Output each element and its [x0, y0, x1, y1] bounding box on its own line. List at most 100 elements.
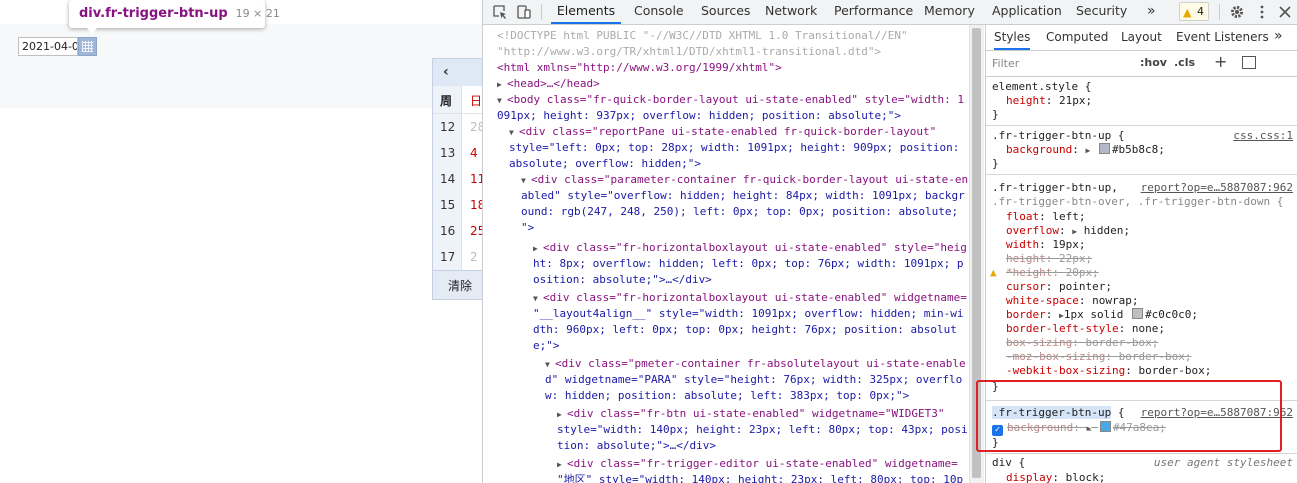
more-tabs-button[interactable]: » [1147, 0, 1156, 24]
style-property-overridden[interactable]: box-sizing: border-box; [1006, 336, 1158, 351]
inspect-element-icon[interactable] [492, 4, 508, 20]
date-input[interactable]: 2021-04-0 [18, 37, 78, 56]
subtab-event-listeners[interactable]: Event Listeners [1176, 30, 1269, 44]
calendar-row: 13 4 [433, 140, 482, 166]
calendar-day[interactable]: 25 [470, 224, 482, 238]
style-property-overridden[interactable]: height: 22px; [1006, 252, 1092, 267]
rule-selector: div { [992, 456, 1026, 469]
tab-application[interactable]: Application [992, 0, 1062, 24]
calendar-day[interactable]: 2 [470, 250, 478, 264]
annotation-highlight-box [976, 380, 1282, 452]
styles-subtabs: Styles Computed Layout Event Listeners » [986, 25, 1297, 51]
calendar-trigger-button[interactable] [78, 37, 97, 56]
dom-node-parameter-container: ound: rgb(247, 248, 250); left: 0px; top… [521, 205, 959, 218]
calendar-icon [82, 41, 93, 52]
tab-console[interactable]: Console [634, 0, 684, 24]
prev-month-button[interactable]: ‹ [443, 64, 449, 80]
style-property[interactable]: border-left-style: none; [1006, 322, 1165, 337]
subtab-styles[interactable]: Styles [994, 30, 1031, 50]
more-options-icon[interactable] [1254, 4, 1270, 20]
dom-node-reportpane[interactable]: ▼ <div class="reportPane ui-state-enabled… [509, 124, 936, 141]
inspect-tooltip: div.fr-trigger-btn-up 19 × 21 [69, 0, 280, 28]
style-property[interactable]: background: ▶ #b5b8c8; [1006, 143, 1165, 159]
add-rule-button[interactable]: + [1214, 52, 1227, 71]
calendar-day[interactable]: 28 [470, 120, 482, 134]
class-toggle[interactable]: .cls [1174, 56, 1195, 69]
week-number: 14 [440, 172, 456, 186]
rule-element-style: element.style { height: 21px; } [986, 77, 1297, 126]
tab-security[interactable]: Security [1076, 0, 1127, 24]
expand-arrow-icon[interactable]: ▶ [497, 77, 507, 93]
date-picker-popup: ‹ 周 日 1228 134 1411 1518 1625 172 清除 [432, 58, 482, 300]
styles-filter-input[interactable]: Filter [992, 57, 1019, 70]
dom-node-pmeter-container: w: hidden; position: absolute; left: 383… [545, 389, 910, 402]
dom-node-horizontalbox[interactable]: ▶ <div class="fr-horizontalboxlayout ui-s… [533, 240, 967, 257]
dom-node-html[interactable]: <html xmlns="http://www.w3.org/1999/xhtm… [497, 60, 782, 76]
collapse-arrow-icon[interactable]: ▼ [509, 125, 519, 141]
tab-performance[interactable]: Performance [834, 0, 913, 24]
device-toolbar-icon[interactable] [516, 4, 532, 20]
toolbar-divider [541, 4, 542, 20]
dom-node-body[interactable]: ▼ <body class="fr-quick-border-layout ui-… [497, 92, 964, 109]
tab-network[interactable]: Network [765, 0, 817, 24]
tab-sources[interactable]: Sources [701, 0, 750, 24]
rule-close-brace: } [992, 108, 999, 121]
dom-node-layout4align[interactable]: ▼ <div class="fr-horizontalboxlayout ui-s… [533, 290, 967, 307]
style-property: display: block; [1006, 471, 1106, 483]
rule-source-link[interactable]: css.css:1 [1233, 129, 1293, 144]
tooltip-selector: div.fr-trigger-btn-up [79, 6, 228, 21]
more-subtabs-button[interactable]: » [1274, 28, 1283, 44]
styles-filter-bar: Filter :hov .cls + [986, 51, 1297, 77]
expand-arrow-icon[interactable]: ▶ [557, 457, 567, 473]
report-page: 2021-04-0 div.fr-trigger-btn-up 19 × 21 ‹… [0, 0, 482, 483]
style-property[interactable]: width: 19px; [1006, 238, 1086, 253]
calendar-day[interactable]: 4 [470, 146, 478, 160]
dom-node-head[interactable]: ▶ <head>…</head> [497, 76, 600, 93]
dom-node-pmeter-container: d" widgetname="PARA" style="height: 76px… [545, 373, 963, 386]
dom-node-trigger-editor[interactable]: ▶ <div class="fr-trigger-editor ui-state-… [557, 456, 958, 473]
dom-node-body: 091px; height: 937px; overflow: hidden; … [497, 109, 901, 122]
collapse-arrow-icon[interactable]: ▼ [497, 93, 507, 109]
week-number: 16 [440, 224, 456, 238]
dom-node-pmeter-container[interactable]: ▼ <div class="pmeter-container fr-absolut… [545, 356, 966, 373]
style-property[interactable]: float: left; [1006, 210, 1086, 225]
style-property[interactable]: -webkit-box-sizing: border-box; [1006, 364, 1211, 379]
clear-button[interactable]: 清除 [448, 277, 472, 294]
close-icon[interactable] [1277, 4, 1293, 20]
expand-arrow-icon[interactable]: ▶ [533, 241, 543, 257]
tab-elements[interactable]: Elements [551, 0, 621, 24]
rule-trigger-btn-up: .fr-trigger-btn-up { css.css:1 backgroun… [986, 126, 1297, 175]
style-property-overridden[interactable]: -moz-box-sizing: border-box; [1006, 350, 1191, 365]
tab-memory[interactable]: Memory [924, 0, 975, 24]
hover-state-toggle[interactable]: :hov [1140, 56, 1167, 69]
style-property[interactable]: white-space: nowrap; [1006, 294, 1138, 309]
warnings-badge[interactable]: ▲ 4 [1179, 2, 1209, 21]
collapse-arrow-icon[interactable]: ▼ [521, 173, 531, 189]
rule-trigger-btn-group: .fr-trigger-btn-up, report?op=e…5887087:… [986, 175, 1297, 401]
tooltip-arrow [86, 27, 98, 34]
style-property[interactable]: cursor: pointer; [1006, 280, 1112, 295]
calendar-day[interactable]: 18 [470, 198, 482, 212]
dom-doctype: <!DOCTYPE html PUBLIC "-//W3C//DTD XHTML… [497, 29, 908, 42]
settings-gear-icon[interactable] [1229, 4, 1245, 20]
toggle-sidebar-icon[interactable] [1242, 56, 1256, 69]
collapse-arrow-icon[interactable]: ▼ [545, 357, 555, 373]
rule-selector: .fr-trigger-btn-up { [992, 129, 1125, 142]
warning-icon: ▲ [990, 266, 997, 279]
style-property[interactable]: height: 21px; [1006, 94, 1092, 109]
warning-icon: ▲ [1183, 6, 1192, 19]
subtab-layout[interactable]: Layout [1121, 30, 1162, 44]
dom-tree: <!DOCTYPE html PUBLIC "-//W3C//DTD XHTML… [483, 25, 969, 483]
collapse-arrow-icon[interactable]: ▼ [533, 291, 543, 307]
dom-node-parameter-container[interactable]: ▼ <div class="parameter-container fr-quic… [521, 172, 968, 189]
color-swatch [1098, 143, 1110, 154]
rule-close-brace: } [992, 157, 999, 170]
dom-node-trigger-editor: "地区" style="width: 140px; height: 23px; … [557, 473, 964, 483]
rule-source-link[interactable]: report?op=e…5887087:962 [1141, 181, 1293, 196]
calendar-day[interactable]: 11 [470, 172, 482, 186]
expand-arrow-icon[interactable]: ▶ [557, 407, 567, 423]
dom-node-fr-btn: style="width: 140px; height: 23px; left:… [557, 423, 968, 436]
subtab-computed[interactable]: Computed [1046, 30, 1108, 44]
dom-node-fr-btn[interactable]: ▶ <div class="fr-btn ui-state-enabled" wi… [557, 406, 945, 423]
style-property-invalid[interactable]: *height: 20px; [1006, 266, 1099, 281]
